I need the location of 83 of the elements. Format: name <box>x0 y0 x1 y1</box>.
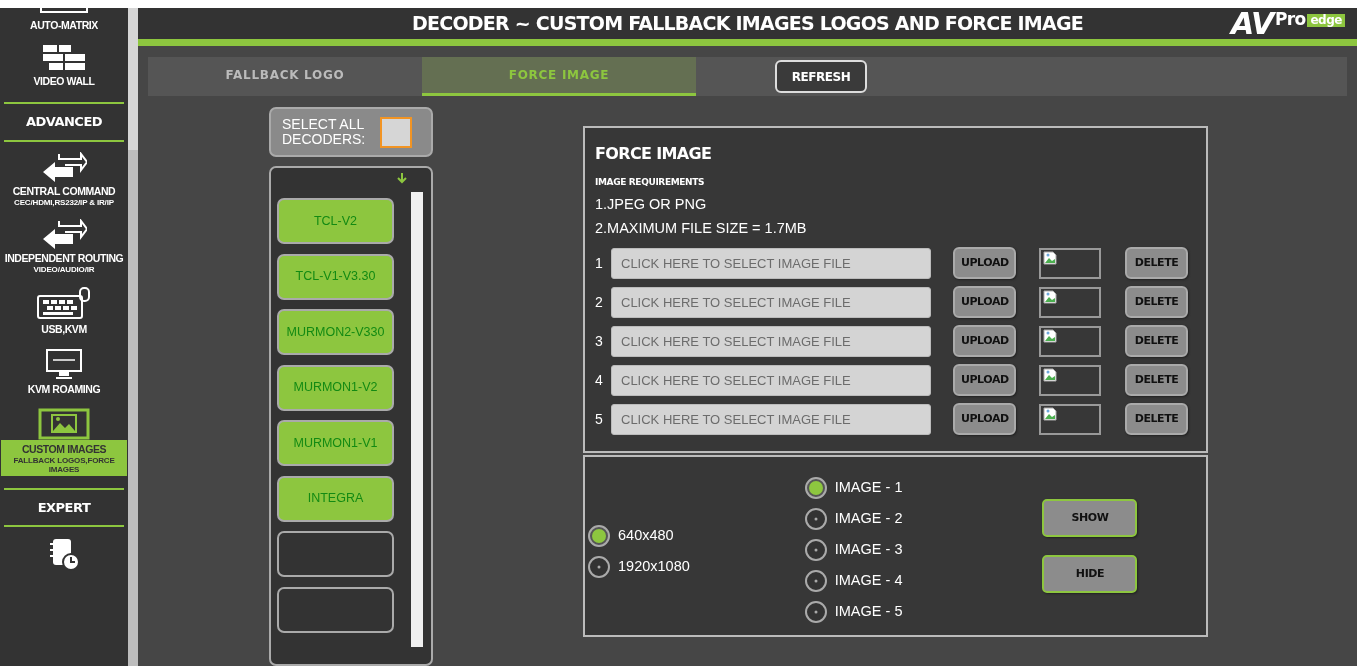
panel-title: FORCE IMAGE <box>595 143 713 165</box>
broken-image-icon <box>1043 328 1057 343</box>
sidebar-item-label: KVM ROAMING <box>27 381 101 396</box>
delete-button[interactable]: DELETE <box>1125 247 1188 279</box>
file-input-field[interactable]: CLICK HERE TO SELECT IMAGE FILE <box>611 325 931 357</box>
radio-label: IMAGE - 3 <box>834 539 903 559</box>
empty-decoder-slot[interactable] <box>277 531 394 577</box>
radio-label: IMAGE - 5 <box>834 601 903 621</box>
sidebar-item[interactable]: VIDEO WALL <box>0 40 128 96</box>
sidebar-item-label: AUTO-MATRIX <box>30 18 98 32</box>
action-button[interactable]: SHOW <box>1042 499 1138 537</box>
refresh-button[interactable]: REFRESH <box>775 60 867 93</box>
logo-text: Pro <box>1274 8 1306 29</box>
scrollbar-thumb[interactable] <box>128 150 138 666</box>
sidebar-item-label: CENTRAL COMMAND <box>12 183 116 198</box>
sidebar-item[interactable]: CUSTOM IMAGES FALLBACK LOGOS,FORCE IMAGES <box>0 403 128 482</box>
radio-label: IMAGE - 4 <box>834 570 903 590</box>
radio-button[interactable] <box>804 507 827 530</box>
action-button[interactable]: HIDE <box>1042 555 1138 593</box>
picture-icon <box>38 407 90 440</box>
tab[interactable]: FALLBACK LOGO <box>148 57 422 96</box>
delete-button[interactable]: DELETE <box>1125 325 1188 357</box>
radio-label: 1920x1080 <box>618 556 690 576</box>
keyboard-mouse-icon <box>36 285 92 320</box>
sidebar-item-label: USB,KVM <box>41 321 87 336</box>
row-number: 3 <box>595 331 604 351</box>
row-number: 2 <box>595 292 604 312</box>
sidebar-section-header: ADVANCED <box>4 102 124 142</box>
broken-image-icon <box>1043 367 1057 382</box>
logo-badge: edge <box>1307 14 1345 27</box>
broken-image-icon <box>1043 406 1057 421</box>
empty-decoder-slot[interactable] <box>277 586 394 633</box>
radio-label: IMAGE - 1 <box>834 477 903 497</box>
radio-button[interactable] <box>588 555 610 578</box>
requirement-text: 2.MAXIMUM FILE SIZE = 1.7MB <box>595 218 808 238</box>
row-number: 5 <box>595 409 604 429</box>
down-arrow-icon[interactable] <box>396 172 408 184</box>
radio-button[interactable] <box>804 600 827 623</box>
radio-button[interactable] <box>804 569 827 592</box>
monitor-icon <box>45 347 83 380</box>
upload-button[interactable]: UPLOAD <box>953 247 1016 279</box>
sidebar-item[interactable]: CENTRAL COMMAND CEC/HDMI,RS232/IP & IR/IP <box>0 147 128 215</box>
file-input-field[interactable]: CLICK HERE TO SELECT IMAGE FILE <box>611 403 931 435</box>
requirement-text: 1.JPEG OR PNG <box>595 194 708 214</box>
sidebar-item[interactable]: USB,KVM <box>0 281 128 344</box>
upload-button[interactable]: UPLOAD <box>953 403 1016 435</box>
radio-button[interactable] <box>804 538 827 561</box>
delete-button[interactable]: DELETE <box>1125 403 1188 435</box>
sidebar-item-sublabel: VIDEO/AUDIO/IR <box>33 264 95 274</box>
sidebar-section-header: EXPERT <box>4 487 124 527</box>
broken-image-icon <box>1043 250 1057 265</box>
delete-button[interactable]: DELETE <box>1125 286 1188 318</box>
requirements-heading: IMAGE REQUIREMENTS <box>595 176 706 189</box>
sidebar-item[interactable]: KVM ROAMING <box>0 343 128 404</box>
arrows-icon <box>41 151 87 182</box>
file-input-field[interactable]: CLICK HERE TO SELECT IMAGE FILE <box>611 286 931 318</box>
delete-button[interactable]: DELETE <box>1125 364 1188 396</box>
radio-label: IMAGE - 2 <box>834 508 903 528</box>
select-all-label: SELECT ALL DECODERS: <box>282 117 367 147</box>
video-wall-icon <box>41 44 87 72</box>
radio-button[interactable] <box>804 476 827 499</box>
select-all-checkbox[interactable] <box>380 116 412 148</box>
radio-button[interactable] <box>588 524 610 547</box>
row-number: 4 <box>595 370 604 390</box>
sidebar-item-label: INDEPENDENT ROUTING <box>4 250 124 265</box>
log-clock-icon <box>48 537 80 571</box>
upload-button[interactable]: UPLOAD <box>953 325 1016 357</box>
file-input-field[interactable]: CLICK HERE TO SELECT IMAGE FILE <box>611 364 931 396</box>
upload-button[interactable]: UPLOAD <box>953 286 1016 318</box>
broken-image-icon <box>1043 289 1057 304</box>
page-title: DECODER ~ CUSTOM FALLBACK IMAGES LOGOS AND FORCE IMAGE <box>412 11 1083 37</box>
radio-label: 640x480 <box>618 525 674 545</box>
row-number: 1 <box>595 253 604 273</box>
upload-button[interactable]: UPLOAD <box>953 364 1016 396</box>
list-scrollbar[interactable] <box>411 192 423 647</box>
sidebar-item-label: CUSTOM IMAGES <box>21 441 107 456</box>
sidebar-item-sublabel: FALLBACK LOGOS,FORCE IMAGES <box>12 455 116 474</box>
sidebar-item[interactable]: INDEPENDENT ROUTING VIDEO/AUDIO/IR <box>0 214 128 282</box>
sidebar-item-sublabel: CEC/HDMI,RS232/IP & IR/IP <box>14 197 114 207</box>
sidebar-item[interactable]: AUTO-MATRIX <box>0 8 128 40</box>
arrows-icon <box>41 218 87 249</box>
sidebar-item-label: VIDEO WALL <box>33 74 95 88</box>
file-input-field[interactable]: CLICK HERE TO SELECT IMAGE FILE <box>611 247 931 279</box>
